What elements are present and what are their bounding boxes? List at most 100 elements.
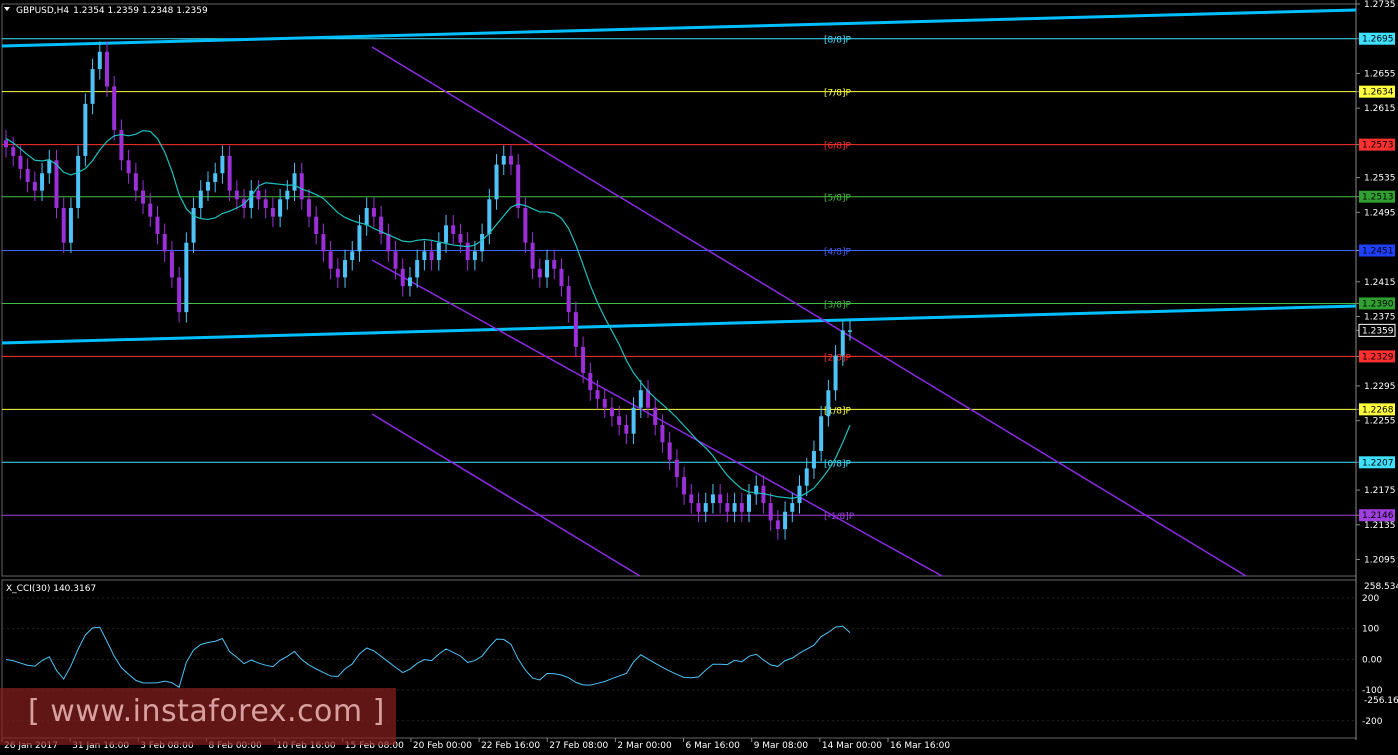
candle-body[interactable] <box>371 207 376 217</box>
candle-body[interactable] <box>227 155 232 191</box>
candle-body[interactable] <box>451 225 456 235</box>
candle-body[interactable] <box>458 234 463 243</box>
candle-body[interactable] <box>819 416 824 452</box>
candle-body[interactable] <box>364 207 369 226</box>
candle-body[interactable] <box>306 199 311 217</box>
candle-body[interactable] <box>595 390 600 399</box>
candle-body[interactable] <box>624 424 629 434</box>
candle-body[interactable] <box>797 485 802 504</box>
candle-body[interactable] <box>112 86 117 130</box>
candle-body[interactable] <box>68 207 73 243</box>
candle-body[interactable] <box>191 207 196 243</box>
candle-body[interactable] <box>768 503 773 521</box>
candle-body[interactable] <box>537 268 542 278</box>
candle-body[interactable] <box>523 207 528 243</box>
candle-body[interactable] <box>270 207 275 217</box>
candle-body[interactable] <box>444 225 449 243</box>
candle-body[interactable] <box>804 468 809 486</box>
candle-body[interactable] <box>422 251 427 261</box>
candle-body[interactable] <box>386 234 391 252</box>
candle-body[interactable] <box>198 190 203 208</box>
candle-body[interactable] <box>638 390 643 408</box>
candle-body[interactable] <box>76 155 81 208</box>
candle-body[interactable] <box>177 277 182 313</box>
candle-body[interactable] <box>840 330 845 356</box>
candle-body[interactable] <box>25 168 30 182</box>
candle-body[interactable] <box>429 251 434 261</box>
candle-body[interactable] <box>205 181 210 191</box>
candle-body[interactable] <box>559 268 564 287</box>
candle-body[interactable] <box>169 251 174 278</box>
candle-body[interactable] <box>133 173 138 191</box>
candle-body[interactable] <box>328 251 333 269</box>
candle-body[interactable] <box>40 173 45 191</box>
candle-body[interactable] <box>783 511 788 530</box>
candle-body[interactable] <box>263 199 268 208</box>
candle-body[interactable] <box>126 160 131 174</box>
candle-body[interactable] <box>552 260 557 269</box>
candle-body[interactable] <box>725 503 730 512</box>
candle-body[interactable] <box>234 190 239 200</box>
candle-body[interactable] <box>350 251 355 261</box>
candle-body[interactable] <box>97 51 102 70</box>
candle-body[interactable] <box>357 225 362 252</box>
candle-body[interactable] <box>588 372 593 391</box>
candle-body[interactable] <box>739 503 744 512</box>
candle-body[interactable] <box>682 477 687 495</box>
candle-body[interactable] <box>141 190 146 204</box>
candle-body[interactable] <box>790 503 795 512</box>
candle-body[interactable] <box>487 199 492 235</box>
candle-body[interactable] <box>292 173 297 191</box>
candle-body[interactable] <box>566 286 571 313</box>
candle-body[interactable] <box>653 407 658 425</box>
candle-body[interactable] <box>415 260 420 278</box>
candle-body[interactable] <box>602 398 607 408</box>
candle-body[interactable] <box>472 251 477 261</box>
candle-body[interactable] <box>573 312 578 347</box>
candle-body[interactable] <box>710 494 715 504</box>
candle-body[interactable] <box>667 442 672 460</box>
candle-body[interactable] <box>220 155 225 174</box>
candle-body[interactable] <box>631 407 636 434</box>
candle-body[interactable] <box>775 520 780 530</box>
candle-body[interactable] <box>747 494 752 512</box>
candle-body[interactable] <box>826 390 831 417</box>
candle-body[interactable] <box>732 503 737 512</box>
candle-body[interactable] <box>335 268 340 278</box>
candle-body[interactable] <box>11 147 16 156</box>
candle-body[interactable] <box>393 251 398 269</box>
candle-body[interactable] <box>501 155 506 165</box>
dropdown-icon[interactable] <box>4 7 10 11</box>
candle-body[interactable] <box>848 330 852 332</box>
candle-body[interactable] <box>83 103 88 156</box>
candle-body[interactable] <box>833 355 838 391</box>
candle-body[interactable] <box>213 173 218 182</box>
candle-body[interactable] <box>104 51 109 87</box>
candle-body[interactable] <box>155 216 160 235</box>
candle-body[interactable] <box>480 234 485 252</box>
candle-body[interactable] <box>54 160 59 208</box>
candle-body[interactable] <box>18 155 23 169</box>
candle-body[interactable] <box>696 503 701 512</box>
candle-body[interactable] <box>689 494 694 504</box>
candle-body[interactable] <box>256 190 261 200</box>
candle-body[interactable] <box>703 503 708 512</box>
candle-body[interactable] <box>47 160 52 174</box>
candle-body[interactable] <box>660 424 665 443</box>
candle-body[interactable] <box>162 234 167 252</box>
candle-body[interactable] <box>718 494 723 504</box>
candle-body[interactable] <box>530 242 535 269</box>
candle-body[interactable] <box>674 459 679 478</box>
candle-body[interactable] <box>61 207 66 243</box>
candle-body[interactable] <box>299 173 304 200</box>
candle-body[interactable] <box>465 242 470 261</box>
candle-body[interactable] <box>90 69 95 104</box>
candle-body[interactable] <box>314 216 319 235</box>
candle-body[interactable] <box>321 234 326 252</box>
candle-body[interactable] <box>436 242 441 261</box>
candle-body[interactable] <box>617 416 622 425</box>
candle-body[interactable] <box>516 164 521 208</box>
candle-body[interactable] <box>581 346 586 373</box>
candle-body[interactable] <box>400 268 405 287</box>
candle-body[interactable] <box>278 199 283 217</box>
